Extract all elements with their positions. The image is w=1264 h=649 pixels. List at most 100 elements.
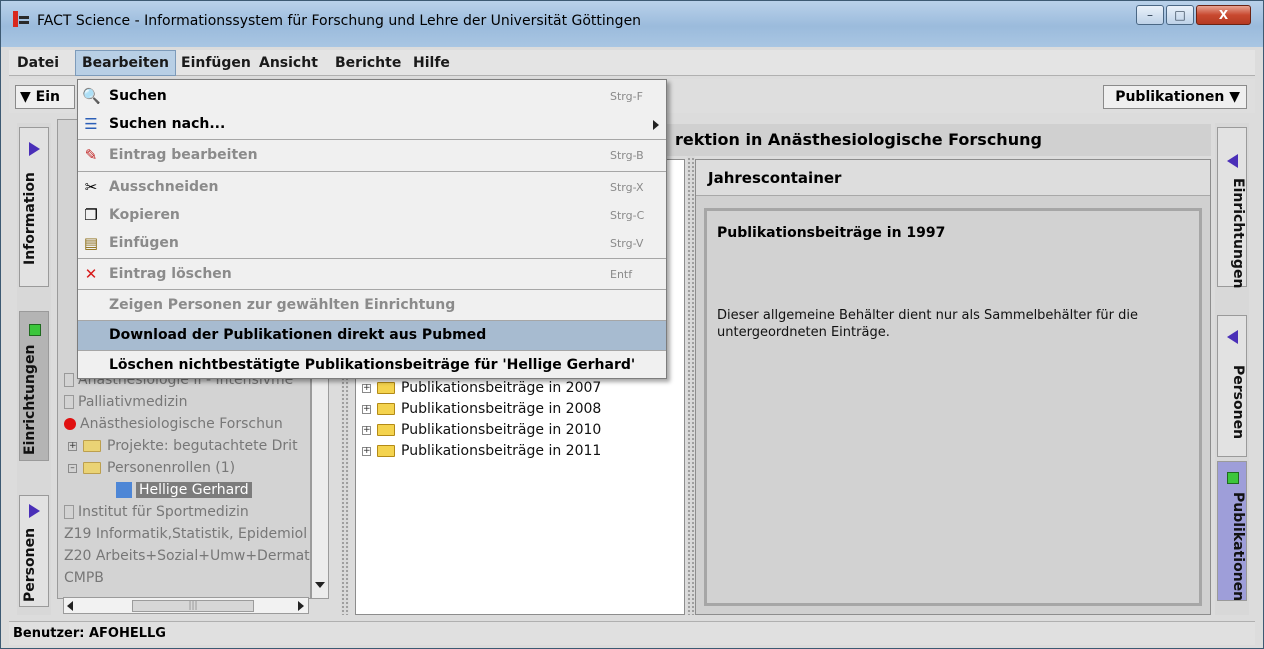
- tree-node-label: Palliativmedizin: [78, 394, 188, 410]
- menu-item-label: Zeigen Personen zur gewählten Einrichtun…: [109, 297, 456, 313]
- close-button[interactable]: X: [1196, 5, 1251, 25]
- folder-icon: [377, 424, 395, 436]
- folder-open-icon: [83, 462, 101, 474]
- tab-einrichtungen-label: Einrichtungen: [22, 344, 38, 455]
- tab-einrichtungen[interactable]: Einrichtungen: [19, 311, 49, 461]
- tab-personen-right[interactable]: Personen: [1217, 315, 1247, 457]
- collapse-arrow-icon: [1227, 330, 1238, 344]
- list-item-label: Publikationsbeiträge in 2011: [401, 443, 602, 459]
- tree-node[interactable]: + Projekte: begutachtete Drit: [68, 438, 298, 454]
- list-item-label: Publikationsbeiträge in 2008: [401, 401, 602, 417]
- tab-personen-right-label: Personen: [1230, 364, 1246, 440]
- expand-plus-icon[interactable]: +: [362, 383, 371, 393]
- menu-hilfe[interactable]: Hilfe: [407, 50, 456, 76]
- menu-separator: [78, 139, 666, 140]
- view-combo-label: Ein: [35, 89, 60, 105]
- expand-plus-icon[interactable]: +: [68, 441, 77, 451]
- menu-item-label: Eintrag löschen: [109, 266, 232, 282]
- expand-plus-icon[interactable]: +: [362, 404, 371, 414]
- bearbeiten-dropdown-menu: 🔍 Suchen Strg-F ☰ Suchen nach... ✎ Eintr…: [77, 79, 667, 379]
- menu-item-shortcut: Strg-V: [610, 237, 644, 250]
- active-indicator-icon: [1227, 472, 1239, 484]
- collapse-arrow-icon: [1227, 154, 1238, 168]
- scroll-thumb[interactable]: |||: [132, 600, 254, 612]
- tree-node[interactable]: Z20 Arbeits+Sozial+Umw+Dermat: [64, 548, 310, 564]
- view-combo[interactable]: ▼ Ein: [15, 85, 75, 109]
- collapse-minus-icon[interactable]: –: [68, 463, 77, 473]
- menu-item-suchen-nach[interactable]: ☰ Suchen nach...: [78, 110, 666, 139]
- minimize-button[interactable]: –: [1136, 5, 1164, 25]
- menu-datei[interactable]: Datei: [11, 50, 65, 76]
- expand-plus-icon[interactable]: +: [362, 446, 371, 456]
- tab-einrichtungen-right-label: Einrichtungen: [1230, 178, 1246, 289]
- menu-item-download-pubmed[interactable]: Download der Publikationen direkt aus Pu…: [78, 321, 666, 350]
- menu-separator: [78, 258, 666, 259]
- menu-item-label: Eintrag bearbeiten: [109, 147, 258, 163]
- menu-item-label: Download der Publikationen direkt aus Pu…: [109, 327, 487, 343]
- menu-item-label: Löschen nichtbestätigte Publikationsbeit…: [109, 357, 636, 373]
- menu-item-label: Suchen: [109, 88, 167, 104]
- tree-horizontal-scrollbar[interactable]: |||: [63, 597, 309, 614]
- detail-header: Jahrescontainer: [696, 160, 1210, 196]
- tree-node-label: Personenrollen (1): [107, 460, 236, 476]
- tree-node[interactable]: Anästhesiologische Forschun: [64, 416, 283, 432]
- left-tab-strip: Information Einrichtungen Personen: [17, 123, 51, 615]
- menu-item-loeschen-nichtbestaetigte[interactable]: Löschen nichtbestätigte Publikationsbeit…: [78, 351, 666, 380]
- tab-einrichtungen-right[interactable]: Einrichtungen: [1217, 127, 1247, 289]
- menu-item-suchen[interactable]: 🔍 Suchen Strg-F: [78, 82, 666, 111]
- edit-icon: ✎: [84, 146, 98, 164]
- scissors-icon: ✂: [84, 178, 98, 196]
- scroll-down-icon[interactable]: [315, 582, 325, 588]
- menu-item-zeigen-personen[interactable]: Zeigen Personen zur gewählten Einrichtun…: [78, 291, 666, 320]
- menu-item-kopieren[interactable]: ❐ Kopieren Strg-C: [78, 201, 666, 230]
- menu-item-shortcut: Entf: [610, 268, 633, 281]
- publikationen-combo[interactable]: Publikationen ▼: [1103, 85, 1247, 109]
- document-icon: [64, 395, 74, 409]
- tab-publikationen-label: Publikationen: [1230, 492, 1246, 602]
- menu-bar: Datei Bearbeiten Einfügen Ansicht Berich…: [9, 50, 1255, 76]
- menu-einfuegen[interactable]: Einfügen: [175, 50, 257, 76]
- tree-node[interactable]: Z19 Informatik,Statistik, Epidemiol: [64, 526, 307, 542]
- list-item[interactable]: + Publikationsbeiträge in 2007: [362, 380, 601, 396]
- tree-node-label: Anästhesiologische Forschun: [80, 416, 283, 432]
- list-item[interactable]: + Publikationsbeiträge in 2008: [362, 401, 601, 417]
- detail-description: Dieser allgemeine Behälter dient nur als…: [717, 308, 1138, 340]
- menu-item-label: Einfügen: [109, 235, 179, 251]
- magnifier-icon: 🔍: [82, 87, 101, 105]
- menu-item-ausschneiden[interactable]: ✂ Ausschneiden Strg-X: [78, 173, 666, 202]
- person-icon: [116, 482, 132, 498]
- menu-item-eintrag-loeschen[interactable]: ✕ Eintrag löschen Entf: [78, 260, 666, 289]
- tree-node[interactable]: CMPB: [64, 570, 104, 586]
- folder-icon: [83, 440, 101, 452]
- list-item-label: Publikationsbeiträge in 2007: [401, 380, 602, 396]
- tree-node-label: Institut für Sportmedizin: [78, 504, 249, 520]
- document-icon: [64, 505, 74, 519]
- menu-item-eintrag-bearbeiten[interactable]: ✎ Eintrag bearbeiten Strg-B: [78, 141, 666, 170]
- menu-item-einfuegen[interactable]: ▤ Einfügen Strg-V: [78, 229, 666, 258]
- right-tab-strip: Einrichtungen Personen Publikationen: [1215, 123, 1249, 615]
- tree-node-label: Z20 Arbeits+Sozial+Umw+Dermat: [64, 548, 310, 564]
- menu-item-shortcut: Strg-X: [610, 181, 644, 194]
- center-header-title: rektion in Anästhesiologische Forschung: [675, 130, 1042, 149]
- folder-icon: [377, 445, 395, 457]
- menu-ansicht[interactable]: Ansicht: [253, 50, 324, 76]
- pane-splitter[interactable]: [687, 153, 695, 615]
- tree-node[interactable]: Institut für Sportmedizin: [64, 504, 249, 520]
- maximize-button[interactable]: □: [1166, 5, 1194, 25]
- tab-information[interactable]: Information: [19, 127, 49, 287]
- scroll-right-icon[interactable]: [298, 601, 304, 611]
- list-item[interactable]: + Publikationsbeiträge in 2010: [362, 422, 601, 438]
- tab-publikationen[interactable]: Publikationen: [1217, 461, 1247, 601]
- tree-node[interactable]: – Personenrollen (1): [68, 460, 235, 476]
- scroll-left-icon[interactable]: [67, 601, 73, 611]
- tree-node-selected[interactable]: Hellige Gerhard: [116, 482, 252, 498]
- menu-separator: [78, 171, 666, 172]
- tree-node[interactable]: Palliativmedizin: [64, 394, 187, 410]
- tab-personen-left[interactable]: Personen: [19, 495, 49, 607]
- menu-bearbeiten[interactable]: Bearbeiten: [75, 50, 176, 76]
- window-title: FACT Science - Informationssystem für Fo…: [37, 13, 642, 29]
- expand-plus-icon[interactable]: +: [362, 425, 371, 435]
- list-item-label: Publikationsbeiträge in 2010: [401, 422, 602, 438]
- menu-berichte[interactable]: Berichte: [329, 50, 407, 76]
- list-item[interactable]: + Publikationsbeiträge in 2011: [362, 443, 601, 459]
